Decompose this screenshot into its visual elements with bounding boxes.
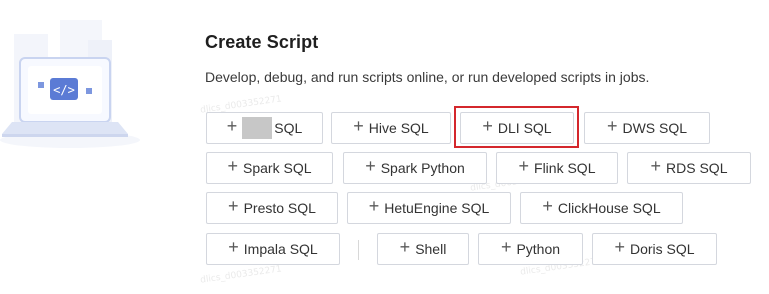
create-rds-sql-button[interactable]: + RDS SQL — [627, 152, 751, 184]
plus-icon: + — [226, 116, 238, 136]
button-label: Hive SQL — [368, 120, 429, 136]
plus-icon: + — [542, 196, 553, 216]
plus-icon: + — [518, 156, 530, 176]
button-label: DWS SQL — [622, 120, 688, 136]
create-clickhouse-sql-button[interactable]: + ClickHouse SQL — [520, 192, 683, 224]
create-shell-button[interactable]: + Shell — [377, 233, 469, 265]
masked-label — [242, 117, 273, 139]
plus-icon: + — [227, 156, 239, 176]
button-label: Python — [516, 241, 561, 257]
plus-icon: + — [365, 156, 376, 176]
button-label: Flink SQL — [534, 160, 596, 176]
button-label: SQL — [274, 120, 303, 136]
code-icon: </> — [53, 83, 75, 97]
button-label: Spark SQL — [243, 160, 312, 176]
create-hetuengine-sql-button[interactable]: + HetuEngine SQL — [347, 192, 511, 224]
page-description: Develop, debug, and run scripts online, … — [205, 69, 650, 85]
button-label: Impala SQL — [243, 241, 318, 257]
button-label: ClickHouse SQL — [557, 200, 661, 216]
plus-icon: + — [228, 237, 239, 257]
highlight-box — [454, 106, 579, 148]
plus-icon: + — [228, 196, 239, 216]
create-impala-sql-button[interactable]: + Impala SQL — [206, 233, 340, 265]
divider — [358, 240, 359, 260]
plus-icon: + — [368, 196, 380, 216]
button-label: Shell — [415, 241, 447, 257]
create-dws-sql-button[interactable]: + DWS SQL — [584, 112, 710, 144]
create-doris-sql-button[interactable]: + Doris SQL — [592, 233, 717, 265]
create-spark-python-button[interactable]: + Spark Python — [343, 152, 487, 184]
page-title: Create Script — [205, 32, 319, 52]
plus-icon: + — [606, 116, 618, 136]
create-spark-sql-button[interactable]: + Spark SQL — [206, 152, 333, 184]
plus-icon: + — [650, 156, 662, 176]
create-python-button[interactable]: + Python — [478, 233, 583, 265]
button-label: RDS SQL — [666, 160, 728, 176]
button-label: Presto SQL — [243, 200, 316, 216]
button-label: HetuEngine SQL — [384, 200, 490, 216]
create-sql-button[interactable]: + SQL — [206, 112, 323, 144]
plus-icon: + — [500, 237, 512, 257]
plus-icon: + — [353, 116, 364, 136]
plus-icon: + — [399, 237, 411, 257]
create-flink-sql-button[interactable]: + Flink SQL — [496, 152, 618, 184]
plus-icon: + — [614, 237, 625, 257]
create-presto-sql-button[interactable]: + Presto SQL — [206, 192, 338, 224]
button-label: Spark Python — [380, 160, 465, 176]
button-label: Doris SQL — [629, 241, 695, 257]
create-hive-sql-button[interactable]: + Hive SQL — [331, 112, 451, 144]
laptop-illustration: </> — [0, 20, 140, 148]
